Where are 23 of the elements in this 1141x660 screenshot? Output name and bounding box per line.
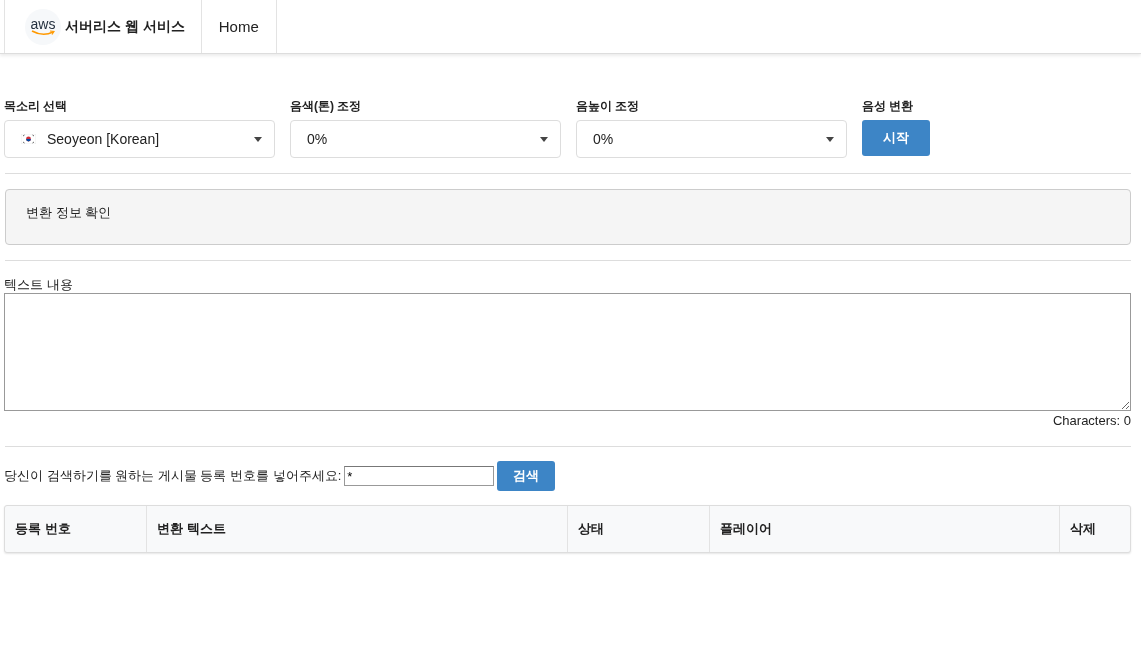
aws-logo: aws: [25, 8, 61, 45]
column-header: 상태: [568, 506, 710, 552]
text-input[interactable]: [4, 293, 1131, 411]
character-count: Characters: 0: [1051, 412, 1131, 430]
column-header: 플레이어: [710, 506, 1060, 552]
dropdown[interactable]: Seoyeon [Korean]: [4, 120, 275, 158]
field-label: 음색(톤) 조정: [290, 98, 363, 115]
field-label: 음높이 조정: [576, 98, 641, 115]
field-label: 텍스트 내용: [4, 276, 74, 293]
start-button[interactable]: 시작: [862, 120, 930, 156]
column-header: 삭제: [1069, 520, 1097, 538]
column-header: 변환 텍스트: [147, 506, 568, 552]
search-button[interactable]: 검색: [497, 461, 556, 491]
panel-text: 변환 정보 확인: [26, 205, 112, 220]
dropdown[interactable]: 0%: [576, 120, 847, 158]
column-header: 등록 번호: [5, 506, 147, 552]
field-label: 음성 변환: [862, 98, 915, 115]
search-field[interactable]: *: [344, 466, 495, 486]
dropdown[interactable]: 0%: [290, 120, 561, 158]
field-label: 목소리 선택: [4, 98, 69, 115]
search-label: 당신이 검색하기를 원하는 게시물 등록 번호를 넣어주세요:: [4, 467, 342, 485]
nav-link[interactable]: Home: [201, 0, 277, 53]
brand-title: 서버리스 웹 서비스: [65, 17, 185, 36]
